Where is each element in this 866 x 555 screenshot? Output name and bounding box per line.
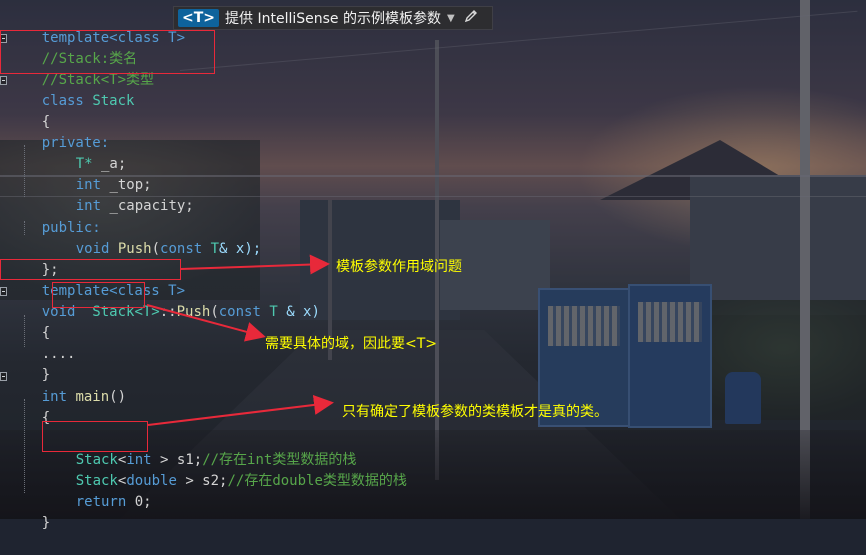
annotation-note-real-class: 只有确定了模板参数的类模板才是真的类。 [342,404,608,420]
arrow-scope [180,254,330,275]
annotation-note-scope: 模板参数作用域问题 [336,259,462,275]
arrow-need-domain [146,304,266,342]
arrow-real-class [147,394,334,426]
annotation-note-need-domain: 需要具体的域，因此要<T> [265,336,438,352]
